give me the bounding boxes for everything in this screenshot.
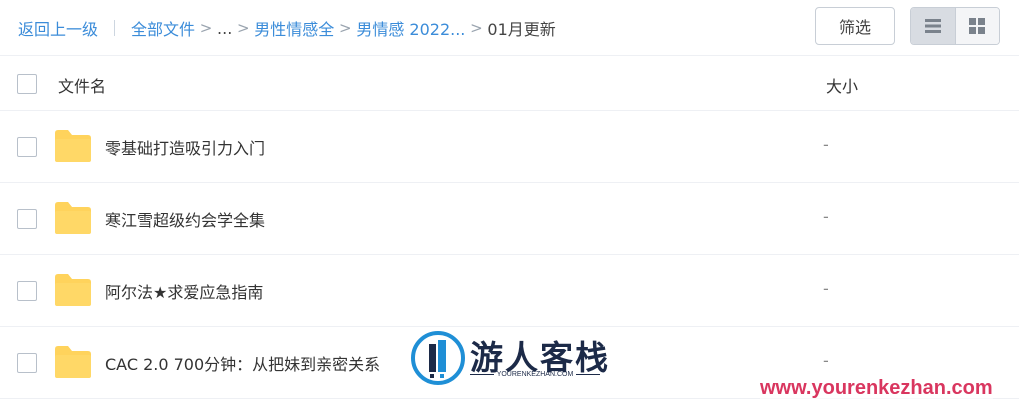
breadcrumb-divider: [114, 20, 116, 36]
file-name[interactable]: 零基础打造吸引力入门: [105, 135, 265, 159]
row-checkbox[interactable]: [17, 137, 37, 157]
file-size: -: [823, 351, 829, 370]
table-row[interactable]: 阿尔法★求爱应急指南 -: [0, 255, 1019, 327]
breadcrumb-all-files[interactable]: 全部文件: [131, 16, 195, 40]
table-header: 文件名 大小: [0, 56, 1019, 111]
chevron-right-icon: >: [470, 19, 483, 37]
file-name[interactable]: 阿尔法★求爱应急指南: [105, 279, 263, 303]
folder-icon: [55, 202, 91, 234]
divider: [470, 374, 494, 375]
filter-button[interactable]: 筛选: [815, 7, 895, 45]
toolbar: 返回上一级 全部文件 > ... > 男性情感全 > 男情感 2022... >…: [0, 0, 1019, 56]
file-size: -: [823, 279, 829, 298]
breadcrumb-folder-1[interactable]: 男性情感全: [254, 16, 334, 40]
grid-view-button[interactable]: [954, 8, 999, 44]
back-link[interactable]: 返回上一级: [18, 16, 98, 40]
row-checkbox[interactable]: [17, 209, 37, 229]
file-size: -: [823, 207, 829, 226]
column-header-name[interactable]: 文件名: [58, 73, 106, 97]
watermark-logo-icon: [411, 331, 465, 385]
folder-icon: [55, 274, 91, 306]
view-toggle: [910, 7, 1000, 45]
table-row[interactable]: 寒江雪超级约会学全集 -: [0, 183, 1019, 255]
breadcrumb-ellipsis[interactable]: ...: [217, 19, 232, 38]
table-row[interactable]: 零基础打造吸引力入门 -: [0, 111, 1019, 183]
folder-icon: [55, 130, 91, 162]
select-all-checkbox[interactable]: [17, 74, 37, 94]
chevron-right-icon: >: [339, 19, 352, 37]
breadcrumb: 返回上一级 全部文件 > ... > 男性情感全 > 男情感 2022... >…: [18, 16, 556, 40]
watermark-url: www.yourenkezhan.com: [760, 377, 993, 400]
grid-icon: [969, 18, 986, 34]
chevron-right-icon: >: [199, 19, 213, 37]
watermark-subtitle: YOURENKEZHAN.COM: [470, 371, 600, 378]
file-name[interactable]: CAC 2.0 700分钟：从把妹到亲密关系: [105, 351, 380, 375]
row-checkbox[interactable]: [17, 353, 37, 373]
column-header-size[interactable]: 大小: [826, 73, 858, 97]
folder-icon: [55, 346, 91, 378]
watermark-subtitle-text: YOURENKEZHAN.COM: [496, 371, 574, 378]
list-view-button[interactable]: [911, 8, 955, 44]
breadcrumb-current: 01月更新: [487, 20, 556, 39]
chevron-right-icon: >: [237, 19, 250, 37]
file-name[interactable]: 寒江雪超级约会学全集: [105, 207, 265, 231]
divider: [576, 374, 600, 375]
row-checkbox[interactable]: [17, 281, 37, 301]
list-icon: [924, 19, 941, 33]
breadcrumb-folder-2[interactable]: 男情感 2022...: [356, 16, 465, 40]
file-size: -: [823, 135, 829, 154]
